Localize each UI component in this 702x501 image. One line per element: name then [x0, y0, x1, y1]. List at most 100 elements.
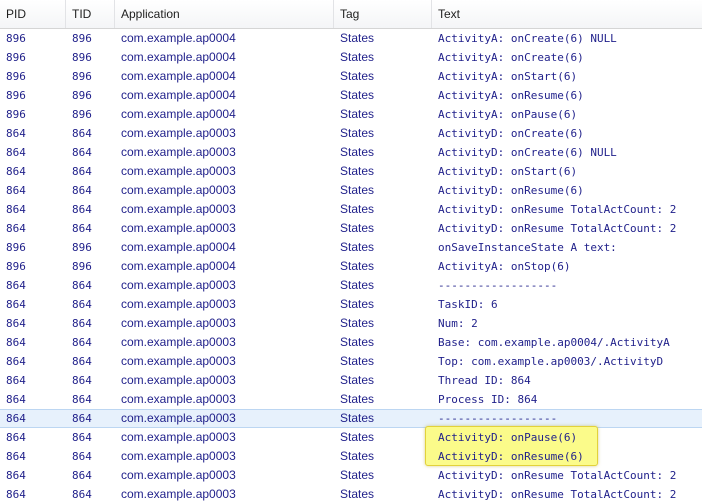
tid-cell: 896 — [72, 70, 92, 83]
table-row[interactable]: 896 896 com.example.ap0004 States ActivityA:… — [0, 105, 702, 124]
text-cell: Process ID: 864 — [438, 393, 538, 406]
pid-cell: 864 — [6, 374, 26, 387]
application-cell: com.example.ap0003 — [121, 335, 236, 349]
text-cell: ActivityA: onStop(6) — [438, 260, 571, 273]
column-header-tid[interactable]: TID — [66, 0, 115, 28]
text-cell: ActivityD: onResume TotalActCount: 2 — [438, 222, 677, 235]
tag-cell: States — [340, 468, 375, 482]
table-row[interactable]: 864 864 com.example.ap0003 States ActivityD:… — [0, 200, 702, 219]
table-row[interactable]: 864 864 com.example.ap0003 States ActivityD:… — [0, 219, 702, 238]
tag-cell: States — [340, 278, 375, 292]
tag-cell: States — [340, 221, 375, 235]
tag-cell: States — [340, 297, 375, 311]
table-row[interactable]: 896 896 com.example.ap0004 States ActivityA:… — [0, 29, 702, 48]
table-row-selected[interactable]: 864 864 com.example.ap0003 States ----------… — [0, 409, 702, 428]
pid-cell: 864 — [6, 203, 26, 216]
tag-cell: States — [340, 316, 375, 330]
application-cell: com.example.ap0003 — [121, 392, 236, 406]
table-row[interactable]: 864 864 com.example.ap0003 States ----------… — [0, 276, 702, 295]
pid-cell: 864 — [6, 336, 26, 349]
tag-cell: States — [340, 354, 375, 368]
application-cell: com.example.ap0003 — [121, 449, 236, 463]
application-cell: com.example.ap0004 — [121, 107, 236, 121]
table-row[interactable]: 896 896 com.example.ap0004 States ActivityA:… — [0, 48, 702, 67]
table-row[interactable]: 864 864 com.example.ap0003 States Process ID… — [0, 390, 702, 409]
tag-cell: States — [340, 430, 375, 444]
tag-cell: States — [340, 164, 375, 178]
tag-cell: States — [340, 259, 375, 273]
tag-cell: States — [340, 487, 375, 501]
column-header-text[interactable]: Text — [432, 0, 702, 28]
table-row[interactable]: 896 896 com.example.ap0004 States ActivityA:… — [0, 67, 702, 86]
application-cell: com.example.ap0003 — [121, 430, 236, 444]
table-row[interactable]: 864 864 com.example.ap0003 States ActivityD:… — [0, 447, 702, 466]
text-cell: onSaveInstanceState A text: — [438, 241, 617, 254]
tid-cell: 864 — [72, 165, 92, 178]
table-row[interactable]: 896 896 com.example.ap0004 States onSaveInst… — [0, 238, 702, 257]
table-row[interactable]: 864 864 com.example.ap0003 States ActivityD:… — [0, 485, 702, 501]
text-cell: ActivityD: onStart(6) — [438, 165, 578, 178]
tid-cell: 896 — [72, 89, 92, 102]
table-row[interactable]: 864 864 com.example.ap0003 States Num: 2 — [0, 314, 702, 333]
tid-cell: 864 — [72, 279, 92, 292]
text-cell: ActivityA: onResume(6) — [438, 89, 584, 102]
column-header-pid[interactable]: PID — [0, 0, 66, 28]
tid-cell: 896 — [72, 32, 92, 45]
column-header-application[interactable]: Application — [115, 0, 334, 28]
tid-cell: 864 — [72, 203, 92, 216]
application-cell: com.example.ap0003 — [121, 202, 236, 216]
table-row[interactable]: 864 864 com.example.ap0003 States Thread ID:… — [0, 371, 702, 390]
tid-cell: 864 — [72, 374, 92, 387]
table-row[interactable]: 864 864 com.example.ap0003 States TaskID: 6 — [0, 295, 702, 314]
pid-cell: 896 — [6, 70, 26, 83]
pid-cell: 896 — [6, 32, 26, 45]
application-cell: com.example.ap0003 — [121, 221, 236, 235]
table-row[interactable]: 864 864 com.example.ap0003 States ActivityD:… — [0, 162, 702, 181]
pid-cell: 864 — [6, 279, 26, 292]
tid-cell: 864 — [72, 450, 92, 463]
table-row[interactable]: 896 896 com.example.ap0004 States ActivityA:… — [0, 86, 702, 105]
logcat-table: PID TID Application Tag Text 896 896 com.e… — [0, 0, 702, 501]
text-cell: ActivityD: onResume(6) — [438, 450, 584, 463]
text-cell: TaskID: 6 — [438, 298, 498, 311]
pid-cell: 864 — [6, 412, 26, 425]
table-row[interactable]: 864 864 com.example.ap0003 States ActivityD:… — [0, 143, 702, 162]
table-row[interactable]: 864 864 com.example.ap0003 States ActivityD:… — [0, 181, 702, 200]
pid-cell: 864 — [6, 488, 26, 501]
log-rows: 896 896 com.example.ap0004 States ActivityA:… — [0, 29, 702, 501]
text-cell: Thread ID: 864 — [438, 374, 531, 387]
table-row[interactable]: 864 864 com.example.ap0003 States Top: com.e… — [0, 352, 702, 371]
table-row[interactable]: 864 864 com.example.ap0003 States ActivityD:… — [0, 466, 702, 485]
tid-cell: 864 — [72, 298, 92, 311]
tag-cell: States — [340, 202, 375, 216]
tag-cell: States — [340, 50, 375, 64]
application-cell: com.example.ap0003 — [121, 411, 236, 425]
tag-cell: States — [340, 411, 375, 425]
application-cell: com.example.ap0004 — [121, 50, 236, 64]
tid-cell: 896 — [72, 108, 92, 121]
application-cell: com.example.ap0003 — [121, 164, 236, 178]
tid-cell: 864 — [72, 488, 92, 501]
table-row[interactable]: 864 864 com.example.ap0003 States ActivityD:… — [0, 428, 702, 447]
table-row[interactable]: 864 864 com.example.ap0003 States Base: com.… — [0, 333, 702, 352]
pid-cell: 896 — [6, 241, 26, 254]
text-cell: ActivityD: onResume TotalActCount: 2 — [438, 203, 677, 216]
tid-cell: 896 — [72, 241, 92, 254]
application-cell: com.example.ap0003 — [121, 468, 236, 482]
tag-cell: States — [340, 107, 375, 121]
text-cell: ActivityD: onPause(6) — [438, 431, 578, 444]
text-cell: Num: 2 — [438, 317, 478, 330]
pid-cell: 864 — [6, 184, 26, 197]
pid-cell: 864 — [6, 469, 26, 482]
pid-cell: 864 — [6, 393, 26, 406]
tag-cell: States — [340, 88, 375, 102]
tid-cell: 864 — [72, 222, 92, 235]
tag-cell: States — [340, 373, 375, 387]
text-cell: ------------------ — [438, 412, 558, 425]
table-row[interactable]: 896 896 com.example.ap0004 States ActivityA:… — [0, 257, 702, 276]
table-row[interactable]: 864 864 com.example.ap0003 States ActivityD:… — [0, 124, 702, 143]
pid-cell: 864 — [6, 222, 26, 235]
pid-cell: 896 — [6, 260, 26, 273]
pid-cell: 864 — [6, 450, 26, 463]
column-header-tag[interactable]: Tag — [334, 0, 432, 28]
